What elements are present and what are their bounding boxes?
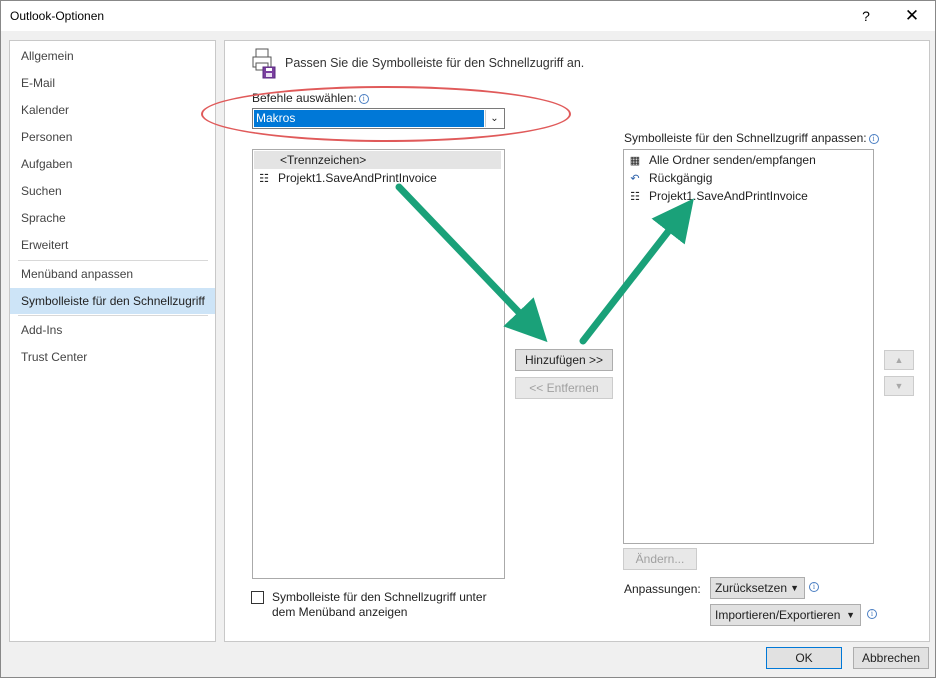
- send-receive-icon: ▦: [629, 155, 641, 167]
- info-icon: i: [358, 94, 369, 104]
- sidebar-item-language[interactable]: Sprache: [10, 205, 215, 231]
- list-item-label: Projekt1.SaveAndPrintInvoice: [649, 189, 808, 203]
- sidebar-item-email[interactable]: E-Mail: [10, 70, 215, 96]
- list-item-label: <Trennzeichen>: [280, 153, 367, 167]
- show-below-ribbon-checkbox[interactable]: [251, 591, 264, 604]
- list-item-label: Projekt1.SaveAndPrintInvoice: [278, 171, 437, 185]
- info-icon: i: [868, 134, 879, 144]
- window-title: Outlook-Optionen: [10, 9, 105, 23]
- sidebar-item-addins[interactable]: Add-Ins: [10, 317, 215, 343]
- list-item-separator[interactable]: <Trennzeichen>: [254, 151, 501, 169]
- list-item-macro[interactable]: ☷ Projekt1.SaveAndPrintInvoice: [626, 187, 808, 205]
- sidebar-item-calendar[interactable]: Kalender: [10, 97, 215, 123]
- list-item-label: Rückgängig: [649, 171, 713, 185]
- cancel-button[interactable]: Abbrechen: [853, 647, 929, 669]
- list-item-send-receive[interactable]: ▦ Alle Ordner senden/empfangen: [626, 151, 816, 169]
- quick-access-toolbar-icon: [252, 48, 276, 79]
- sidebar-item-general[interactable]: Allgemein: [10, 43, 215, 69]
- macro-icon: ☷: [259, 173, 269, 185]
- reset-dropdown-button[interactable]: Zurücksetzen ▼: [710, 577, 805, 599]
- list-item-undo[interactable]: ↶ Rückgängig: [626, 169, 712, 187]
- available-commands-list[interactable]: <Trennzeichen> ☷ Projekt1.SaveAndPrintInv…: [252, 149, 505, 579]
- sidebar-divider: [18, 315, 208, 316]
- customizations-label: Anpassungen:: [624, 582, 701, 596]
- import-export-dropdown-button[interactable]: Importieren/Exportieren ▼: [710, 604, 861, 626]
- toolbar-commands-list[interactable]: ▦ Alle Ordner senden/empfangen ↶ Rückgängi…: [623, 149, 874, 544]
- customize-toolbar-text: Symbolleiste für den Schnellzugriff anpa…: [624, 131, 867, 145]
- caret-down-icon: ▼: [846, 610, 855, 620]
- title-bar: Outlook-Optionen ? ✕: [1, 1, 935, 31]
- checkbox-label-line2: dem Menüband anzeigen: [272, 605, 408, 619]
- customize-toolbar-label: Symbolleiste für den Schnellzugriff anpa…: [624, 131, 879, 145]
- reset-label: Zurücksetzen: [715, 581, 788, 595]
- sidebar-item-people[interactable]: Personen: [10, 124, 215, 150]
- list-item-label: Alle Ordner senden/empfangen: [649, 153, 816, 167]
- ok-button[interactable]: OK: [766, 647, 842, 669]
- help-button[interactable]: ?: [853, 5, 879, 27]
- sidebar-item-search[interactable]: Suchen: [10, 178, 215, 204]
- choose-commands-value: Makros: [254, 110, 484, 127]
- undo-icon: ↶: [630, 173, 640, 185]
- import-export-label: Importieren/Exportieren: [715, 608, 841, 622]
- macro-icon: ☷: [630, 191, 640, 203]
- add-button[interactable]: Hinzufügen >>: [515, 349, 613, 371]
- sidebar-item-trust-center[interactable]: Trust Center: [10, 344, 215, 370]
- sidebar-item-advanced[interactable]: Erweitert: [10, 232, 215, 258]
- choose-commands-dropdown[interactable]: Makros ⌄: [252, 108, 505, 129]
- choose-commands-text: Befehle auswählen:: [252, 91, 357, 105]
- chevron-down-icon[interactable]: ⌄: [485, 110, 503, 127]
- info-icon: i: [867, 609, 877, 619]
- choose-commands-label: Befehle auswählen: i: [252, 91, 369, 105]
- list-item-macro[interactable]: ☷ Projekt1.SaveAndPrintInvoice: [255, 169, 437, 187]
- remove-button[interactable]: << Entfernen: [515, 377, 613, 399]
- main-panel: Passen Sie die Symbolleiste für den Schn…: [201, 40, 930, 642]
- move-down-button[interactable]: ▼: [884, 376, 914, 396]
- move-up-button[interactable]: ▲: [884, 350, 914, 370]
- sidebar-item-tasks[interactable]: Aufgaben: [10, 151, 215, 177]
- checkbox-label-line1: Symbolleiste für den Schnellzugriff unte…: [272, 590, 487, 604]
- close-button[interactable]: ✕: [899, 5, 925, 27]
- options-dialog: Outlook-Optionen ? ✕ Allgemein E-Mail Ka…: [0, 0, 936, 678]
- info-icon: i: [809, 582, 819, 592]
- modify-button[interactable]: Ändern...: [623, 548, 697, 570]
- sidebar-nav: Allgemein E-Mail Kalender Personen Aufga…: [9, 40, 216, 642]
- page-heading: Passen Sie die Symbolleiste für den Schn…: [285, 56, 585, 70]
- sidebar-item-customize-ribbon[interactable]: Menüband anpassen: [10, 261, 215, 287]
- sidebar-item-quick-access-toolbar[interactable]: Symbolleiste für den Schnellzugriff: [10, 288, 215, 314]
- caret-down-icon: ▼: [790, 583, 799, 593]
